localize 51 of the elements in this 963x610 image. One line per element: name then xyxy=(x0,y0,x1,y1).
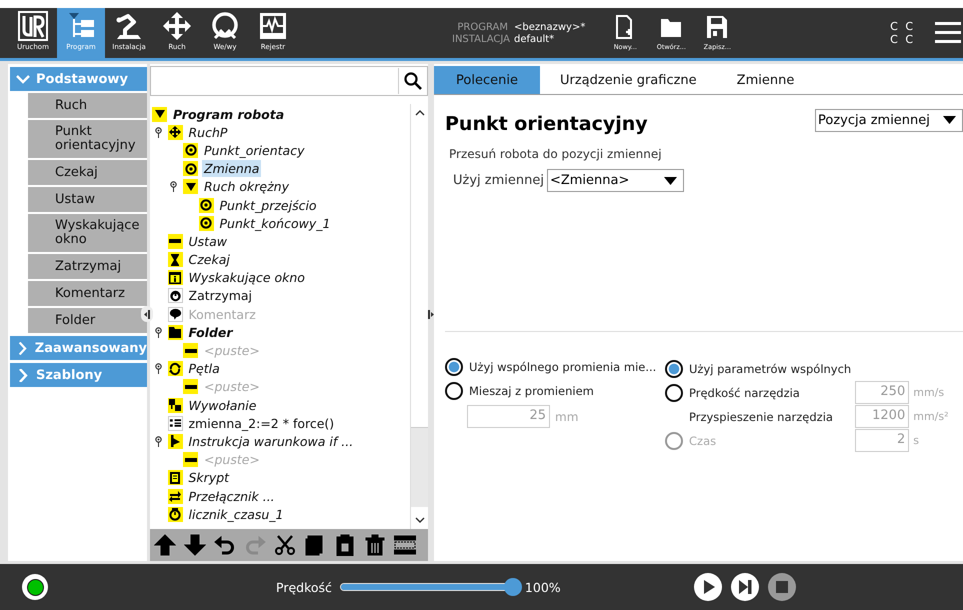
tree-node[interactable]: RuchP xyxy=(186,124,230,141)
program-label: PROGRAM xyxy=(456,22,508,32)
option-label: Użyj wspólnego promienia mie... xyxy=(468,359,658,376)
tree-node[interactable]: Zmienna xyxy=(202,160,262,178)
unit-label: mm xyxy=(555,410,578,424)
installation-label: INSTALACJA xyxy=(452,34,508,44)
option-label: Mieszaj z promieniem xyxy=(468,383,595,400)
option-label: Czas xyxy=(688,432,718,450)
variable-label: Użyj zmiennej xyxy=(453,173,544,188)
tree-node[interactable]: Pętla xyxy=(186,360,222,378)
tree-node[interactable]: licznik_czasu_1 xyxy=(186,506,286,523)
tree-node[interactable]: Wywołanie xyxy=(186,396,258,414)
tree-node[interactable]: zmienna_2:=2 * force() xyxy=(186,414,336,432)
program-name: <beznazwy>* xyxy=(514,22,586,32)
unit-label: mm/s xyxy=(913,386,946,399)
node-type-item[interactable]: Punkt orientacyjny xyxy=(28,120,147,158)
unit-label: s xyxy=(913,434,920,447)
installation-name: default* xyxy=(514,34,554,44)
variable-dropdown[interactable]: <Zmienna> xyxy=(546,169,684,192)
node-type-item[interactable]: Zatrzymaj xyxy=(28,254,147,279)
option-label: Prędkość narzędzia xyxy=(688,384,801,402)
tree-node[interactable]: Skrypt xyxy=(186,469,232,486)
tree-node[interactable]: Czekaj xyxy=(186,251,232,268)
tree-node[interactable]: Punkt_przejścio xyxy=(218,196,319,214)
node-type-item[interactable]: Komentarz xyxy=(28,281,147,306)
option-label: Użyj parametrów wspólnych xyxy=(688,360,852,378)
speed-label: Prędkość xyxy=(276,580,332,594)
tree-node[interactable]: Zatrzymaj xyxy=(186,287,254,304)
tree-node[interactable]: Przełącznik ... xyxy=(186,488,277,505)
tree-node[interactable]: Punkt_końcowy_1 xyxy=(218,214,332,232)
tree-node[interactable]: Program robota xyxy=(171,106,286,123)
tree-node[interactable]: Instrukcja warunkowa if ... xyxy=(186,432,356,450)
tree-node[interactable]: Wyskakujące okno xyxy=(186,269,307,286)
unit-label: mm/s² xyxy=(913,410,949,423)
tree-node[interactable]: Folder xyxy=(186,324,235,341)
tab[interactable]: Polecenie xyxy=(434,66,540,94)
description-text: Przesuń robota do pozycji zmiennej xyxy=(449,147,663,161)
node-type-item[interactable]: Czekaj xyxy=(28,160,147,185)
node-type-item[interactable]: Ustaw xyxy=(28,187,147,212)
node-type-item[interactable]: Folder xyxy=(28,308,147,333)
node-type-item[interactable]: Wyskakujące okno xyxy=(28,214,147,252)
status-text: C C xyxy=(890,33,915,46)
status-text: C C xyxy=(890,20,915,33)
tree-node[interactable]: Ruch okrężny xyxy=(202,178,291,196)
speed-reading: 100% xyxy=(524,580,561,594)
tree-node[interactable]: Punkt_orientacy xyxy=(202,142,306,159)
type-dropdown[interactable]: Pozycja zmiennej xyxy=(815,108,963,132)
node-type-item[interactable]: Ruch xyxy=(28,93,147,118)
option-label: Przyspieszenie narzędzia xyxy=(688,408,834,426)
tree-node[interactable]: Ustaw xyxy=(186,232,229,250)
node-title: Punkt orientacyjny xyxy=(445,113,648,135)
